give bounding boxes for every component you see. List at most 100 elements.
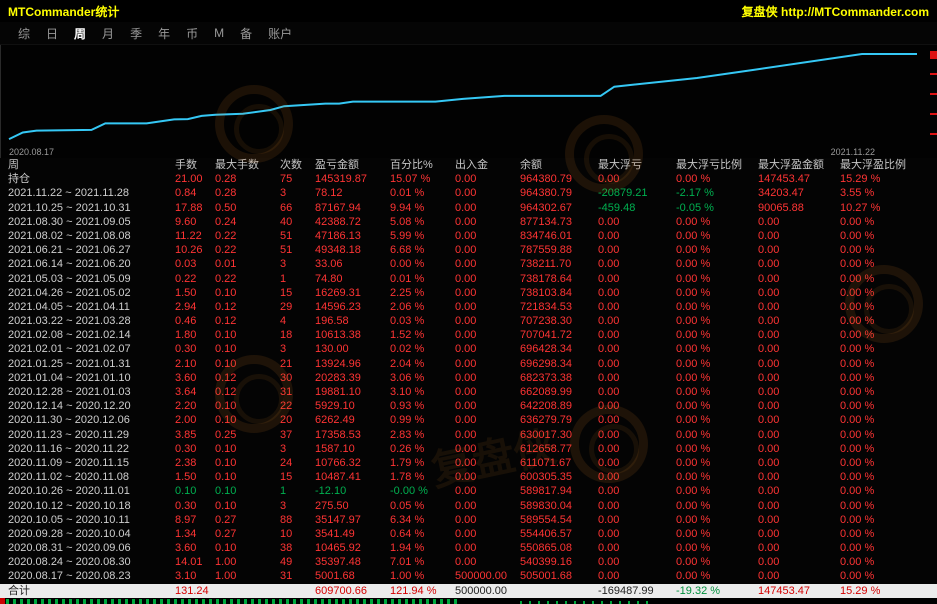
table-row[interactable]: 2020.09.28 ~ 2020.10.041.340.27103541.49… [0, 527, 937, 541]
cell: 0.10 [215, 442, 280, 456]
cell: 0.00 [598, 513, 676, 527]
cell: 0.02 % [390, 342, 455, 356]
cell: 2.00 [175, 413, 215, 427]
cell: 2020.11.09 ~ 2020.11.15 [8, 456, 175, 470]
cell: 3.60 [175, 541, 215, 555]
table-row[interactable]: 2021.02.01 ~ 2021.02.070.300.103130.000.… [0, 342, 937, 356]
cell: 3.10 % [390, 385, 455, 399]
table-row[interactable]: 2020.08.24 ~ 2020.08.3014.011.004935397.… [0, 555, 937, 569]
table-row[interactable]: 2021.01.04 ~ 2021.01.103.600.123020283.3… [0, 371, 937, 385]
title-bar: MTCommander统计 复盘侠 http://MTCommander.com [0, 0, 937, 22]
cell: 0.00 [598, 555, 676, 569]
table-row[interactable]: 2020.08.31 ~ 2020.09.063.600.103810465.9… [0, 541, 937, 555]
table-row[interactable]: 2021.02.08 ~ 2021.02.141.800.101810613.3… [0, 328, 937, 342]
cell: 0.25 [215, 428, 280, 442]
cell: 0.00 [598, 470, 676, 484]
table-row[interactable]: 2021.10.25 ~ 2021.10.3117.880.506687167.… [0, 201, 937, 215]
cell: 30 [280, 371, 315, 385]
cell: 0.00 % [676, 399, 758, 413]
cell: 1.94 % [390, 541, 455, 555]
titlebar-link[interactable]: 复盘侠 http://MTCommander.com [742, 3, 929, 20]
table-row[interactable]: 2020.11.02 ~ 2020.11.081.500.101510487.4… [0, 470, 937, 484]
menu-item-M[interactable]: M [206, 26, 232, 40]
cell: 0.00 % [840, 371, 937, 385]
table-row[interactable]: 2020.11.16 ~ 2020.11.220.300.1031587.100… [0, 442, 937, 456]
menu-item-日[interactable]: 日 [38, 25, 66, 42]
cell: 0.00 [455, 555, 520, 569]
cell: 707041.72 [520, 328, 598, 342]
total-row[interactable]: 合计131.24609700.66121.94 %500000.00-16948… [0, 584, 937, 598]
cell: 0.00 [758, 243, 840, 257]
cell: 0.00 [758, 314, 840, 328]
cell: 19881.10 [315, 385, 390, 399]
table-row[interactable]: 2021.04.26 ~ 2021.05.021.500.101516269.3… [0, 286, 937, 300]
cell: 662089.99 [520, 385, 598, 399]
cell: -459.48 [598, 201, 676, 215]
cell: 0.01 % [390, 272, 455, 286]
table-row[interactable]: 2020.08.17 ~ 2020.08.233.101.00315001.68… [0, 569, 937, 583]
cell: 0.10 [215, 357, 280, 371]
cell: 0.00 [455, 541, 520, 555]
cell: 0.28 [215, 172, 280, 186]
cell: 2021.05.03 ~ 2021.05.09 [8, 272, 175, 286]
cell: 0.00 [758, 527, 840, 541]
table-row[interactable]: 2021.06.14 ~ 2021.06.200.030.01333.060.0… [0, 257, 937, 271]
cell: 0.00 [758, 428, 840, 442]
table-row[interactable]: 2020.11.30 ~ 2020.12.062.000.10206262.49… [0, 413, 937, 427]
cell: 0.00 [455, 470, 520, 484]
menu-item-周[interactable]: 周 [66, 25, 94, 42]
cell: 0.00 [598, 456, 676, 470]
table-row[interactable]: 2020.10.05 ~ 2020.10.118.970.278835147.9… [0, 513, 937, 527]
table-row[interactable]: 2021.06.21 ~ 2021.06.2710.260.225149348.… [0, 243, 937, 257]
table-row[interactable]: 2020.12.14 ~ 2020.12.202.200.10225929.10… [0, 399, 937, 413]
cell: 1.00 % [390, 569, 455, 583]
cell: 9.60 [175, 215, 215, 229]
menu-item-币[interactable]: 币 [178, 25, 206, 42]
cell: 4 [280, 314, 315, 328]
menu-item-账户[interactable]: 账户 [260, 25, 300, 42]
table-row[interactable]: 2021.11.22 ~ 2021.11.280.840.28378.120.0… [0, 186, 937, 200]
cell: 0.00 % [840, 555, 937, 569]
cell: 2021.02.08 ~ 2021.02.14 [8, 328, 175, 342]
table-row[interactable]: 2020.10.12 ~ 2020.10.180.300.103275.500.… [0, 499, 937, 513]
cell: 0.00 % [676, 484, 758, 498]
table-row[interactable]: 2021.01.25 ~ 2021.01.312.100.102113924.9… [0, 357, 937, 371]
cell: 14.01 [175, 555, 215, 569]
cell: 0.00 % [840, 470, 937, 484]
cell: 0.00 % [676, 527, 758, 541]
table-row[interactable]: 2020.12.28 ~ 2021.01.033.640.123119881.1… [0, 385, 937, 399]
menu-item-年[interactable]: 年 [150, 25, 178, 42]
cell: 0.00 % [676, 569, 758, 583]
table-row[interactable]: 2020.11.23 ~ 2020.11.293.850.253717358.5… [0, 428, 937, 442]
cell: 0.00 [598, 215, 676, 229]
cell: 0.00 % [676, 314, 758, 328]
cell: 3 [280, 257, 315, 271]
cell: 0.28 [215, 186, 280, 200]
cell: 0.00 [455, 314, 520, 328]
table-row[interactable]: 2021.04.05 ~ 2021.04.112.940.122914596.2… [0, 300, 937, 314]
table-row[interactable]: 2021.05.03 ~ 2021.05.090.220.22174.800.0… [0, 272, 937, 286]
cell: 2021.02.01 ~ 2021.02.07 [8, 342, 175, 356]
cell: 721834.53 [520, 300, 598, 314]
cell: 0.00 % [676, 541, 758, 555]
cell: 11.22 [175, 229, 215, 243]
menu-item-备[interactable]: 备 [232, 25, 260, 42]
menu-item-季[interactable]: 季 [122, 25, 150, 42]
cell: 0.00 % [676, 328, 758, 342]
menu-item-综[interactable]: 综 [10, 25, 38, 42]
cell: 1.00 [215, 555, 280, 569]
table-row[interactable]: 持仓21.000.2875145319.8715.07 %0.00964380.… [0, 172, 937, 186]
table-row[interactable]: 2021.08.02 ~ 2021.08.0811.220.225147186.… [0, 229, 937, 243]
cell: 0.00 [758, 399, 840, 413]
cell: 1.80 [175, 328, 215, 342]
cell: 3.60 [175, 371, 215, 385]
table-row[interactable]: 2020.11.09 ~ 2020.11.152.380.102410766.3… [0, 456, 937, 470]
menu-item-月[interactable]: 月 [94, 25, 122, 42]
cell: 0.22 [175, 272, 215, 286]
cell: 2021.11.22 ~ 2021.11.28 [8, 186, 175, 200]
table-row[interactable]: 2021.08.30 ~ 2021.09.059.600.244042388.7… [0, 215, 937, 229]
cell: 0.10 [215, 399, 280, 413]
table-row[interactable]: 2020.10.26 ~ 2020.11.010.100.101-12.10-0… [0, 484, 937, 498]
cell [280, 584, 315, 598]
table-row[interactable]: 2021.03.22 ~ 2021.03.280.460.124196.580.… [0, 314, 937, 328]
